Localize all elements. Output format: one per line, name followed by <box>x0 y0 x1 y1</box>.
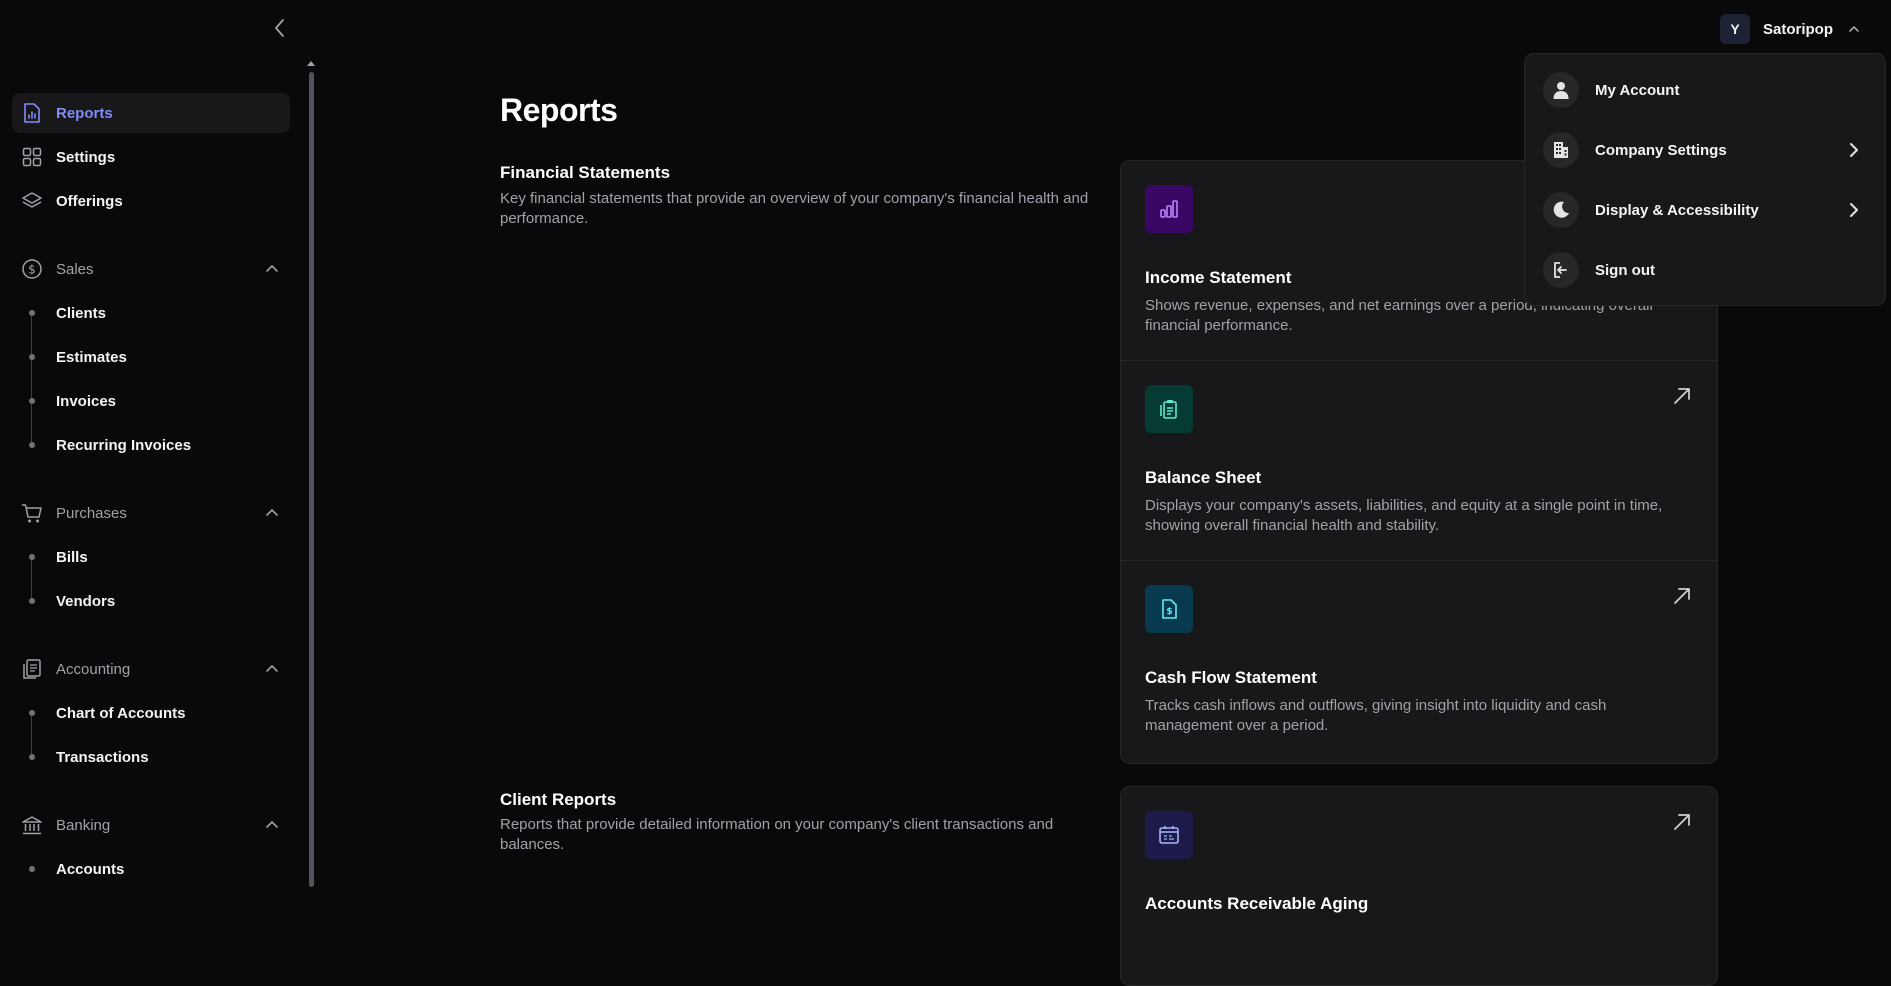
sidebar-item-transactions[interactable]: Transactions <box>56 742 149 772</box>
sidebar-item-vendors[interactable]: Vendors <box>56 586 115 616</box>
report-card-accounts-receivable-aging[interactable]: Accounts Receivable Aging <box>1121 787 1717 985</box>
card-description: Displays your company's assets, liabilit… <box>1145 497 1663 534</box>
layers-icon <box>21 190 43 212</box>
page-title: Reports <box>500 92 618 128</box>
tree-dot <box>29 354 35 360</box>
tree-line <box>31 313 32 446</box>
sidebar-item-label: Reports <box>56 104 113 122</box>
sidebar-group-label: Banking <box>56 816 111 834</box>
user-name: Satoripop <box>1763 20 1833 38</box>
sidebar-group-accounting[interactable]: Accounting <box>12 649 290 689</box>
sign-out-icon <box>1543 252 1579 288</box>
tree-dot <box>29 442 35 448</box>
calendar-icon <box>1145 811 1193 859</box>
section-title: Client Reports <box>500 790 617 809</box>
grid-icon <box>21 146 43 168</box>
svg-text:$: $ <box>28 263 36 277</box>
tree-dot <box>29 310 35 316</box>
chevron-right-icon <box>1850 143 1858 157</box>
sidebar-group-label: Accounting <box>56 660 131 678</box>
report-icon <box>21 102 43 124</box>
dollar-icon: $ <box>21 258 43 280</box>
sidebar: Reports Settings Offerings $ Sales Clien… <box>0 0 304 901</box>
sidebar-scrollbar[interactable] <box>309 72 314 887</box>
clipboard-icon <box>1145 385 1193 433</box>
section-description: Key financial statements that provide an… <box>500 190 1089 227</box>
chevron-left-icon <box>275 19 284 37</box>
card-title: Income Statement <box>1145 268 1292 287</box>
sidebar-group-purchases[interactable]: Purchases <box>12 493 290 533</box>
menu-item-my-account[interactable]: My Account <box>1543 68 1869 112</box>
client-reports-cards: Accounts Receivable Aging <box>1120 786 1718 986</box>
menu-item-label: Company Settings <box>1595 141 1727 159</box>
svg-text:$: $ <box>1166 607 1172 617</box>
dollar-document-icon: $ <box>1145 585 1193 633</box>
ledger-icon <box>21 658 43 680</box>
tree-dot <box>29 554 35 560</box>
menu-item-company-settings[interactable]: Company Settings <box>1543 128 1869 172</box>
menu-item-label: Display & Accessibility <box>1595 201 1759 219</box>
tree-dot <box>29 710 35 716</box>
avatar: Y <box>1720 14 1750 44</box>
sidebar-item-label: Settings <box>56 148 116 166</box>
chevron-up-icon <box>266 664 278 672</box>
tree-dot <box>29 398 35 404</box>
bar-chart-icon <box>1145 185 1193 233</box>
building-icon <box>1543 132 1579 168</box>
menu-item-display-accessibility[interactable]: Display & Accessibility <box>1543 188 1869 232</box>
chevron-up-icon <box>266 820 278 828</box>
scroll-up-arrow[interactable] <box>307 61 315 66</box>
sidebar-item-reports[interactable]: Reports <box>12 93 290 133</box>
external-arrow-icon <box>1674 388 1690 404</box>
external-arrow-icon <box>1674 588 1690 604</box>
sidebar-item-label: Offerings <box>56 192 123 210</box>
section-description: Reports that provide detailed informatio… <box>500 816 1054 853</box>
tree-dot <box>29 866 35 872</box>
tree-dot <box>29 754 35 760</box>
chevron-up-icon <box>266 264 278 272</box>
section-title: Financial Statements <box>500 163 671 182</box>
menu-item-label: Sign out <box>1595 261 1655 279</box>
sidebar-item-offerings[interactable]: Offerings <box>12 181 290 221</box>
sidebar-item-settings[interactable]: Settings <box>12 137 290 177</box>
user-menu-button[interactable]: Y Satoripop <box>1720 14 1861 44</box>
sidebar-item-recurring-invoices[interactable]: Recurring Invoices <box>56 430 191 460</box>
sidebar-item-accounts[interactable]: Accounts <box>56 854 124 884</box>
tree-dot <box>29 598 35 604</box>
sidebar-group-sales[interactable]: $ Sales <box>12 249 290 289</box>
menu-item-label: My Account <box>1595 81 1680 99</box>
moon-icon <box>1543 192 1579 228</box>
bank-icon <box>21 814 43 836</box>
sidebar-group-banking[interactable]: Banking <box>12 805 290 845</box>
report-card-cash-flow-statement[interactable]: $ Cash Flow Statement Tracks cash inflow… <box>1121 561 1717 761</box>
menu-item-sign-out[interactable]: Sign out <box>1543 248 1869 292</box>
sidebar-item-clients[interactable]: Clients <box>56 298 106 328</box>
sidebar-item-estimates[interactable]: Estimates <box>56 342 127 372</box>
sidebar-item-bills[interactable]: Bills <box>56 542 88 572</box>
sidebar-item-chart-of-accounts[interactable]: Chart of Accounts <box>56 698 185 728</box>
report-card-balance-sheet[interactable]: Balance Sheet Displays your company's as… <box>1121 361 1717 561</box>
user-dropdown-menu: My Account Company Settings Display & Ac… <box>1524 53 1886 306</box>
sidebar-group-label: Sales <box>56 260 94 278</box>
tree-line <box>31 713 32 758</box>
card-description: Tracks cash inflows and outflows, giving… <box>1145 697 1607 734</box>
chevron-up-icon <box>1849 25 1859 32</box>
collapse-sidebar-button[interactable] <box>268 16 292 40</box>
external-arrow-icon <box>1674 814 1690 830</box>
chevron-right-icon <box>1850 203 1858 217</box>
card-title: Accounts Receivable Aging <box>1145 894 1369 913</box>
sidebar-item-invoices[interactable]: Invoices <box>56 386 116 416</box>
user-icon <box>1543 72 1579 108</box>
cart-icon <box>21 502 43 524</box>
chevron-up-icon <box>266 508 278 516</box>
tree-line <box>31 557 32 602</box>
card-title: Cash Flow Statement <box>1145 668 1317 687</box>
sidebar-group-label: Purchases <box>56 504 127 522</box>
card-title: Balance Sheet <box>1145 468 1262 487</box>
